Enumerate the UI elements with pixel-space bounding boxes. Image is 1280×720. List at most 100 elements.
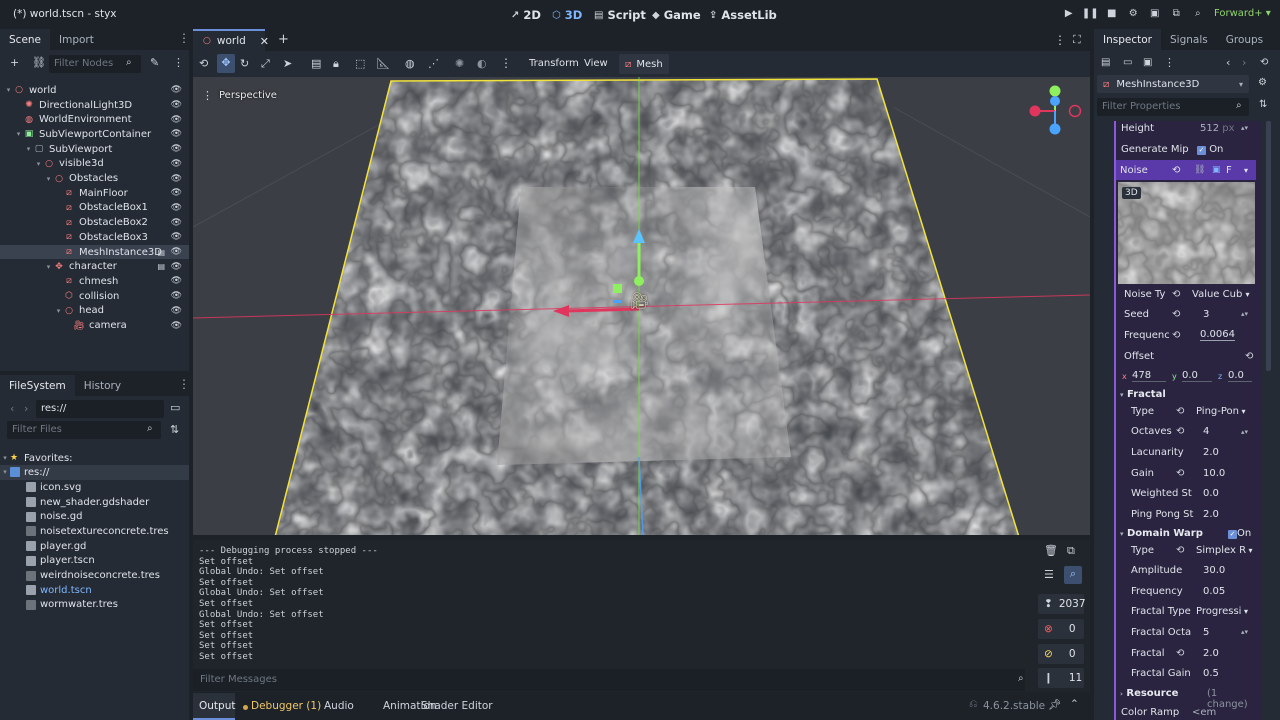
scene-tree-item[interactable]: ⧄ MainFloor 👁︎: [0, 186, 189, 201]
pin-icon[interactable]: 📌︎: [1048, 698, 1061, 711]
property-value[interactable]: 5: [1203, 627, 1209, 638]
noise-property-header[interactable]: Noise ⟲ ⛓ ▣ F ▾: [1116, 160, 1256, 180]
file-item[interactable]: weirdnoiseconcrete.tres: [0, 568, 189, 583]
property-value[interactable]: Progressi ▾: [1196, 606, 1248, 617]
revert-icon[interactable]: ⟲: [1172, 165, 1180, 176]
visibility-icon[interactable]: 👁︎: [171, 100, 182, 110]
workspace-assetlib-button[interactable]: ⇪ AssetLib: [709, 6, 777, 24]
rotate-mode-icon[interactable]: ↻: [240, 57, 249, 70]
scene-tree-item[interactable]: ▾ ○ head 👁︎: [0, 304, 189, 319]
object-history-icon[interactable]: ⟲: [1260, 57, 1268, 68]
errors-count-toggle[interactable]: ⊗ 0: [1038, 619, 1084, 639]
tab-output[interactable]: Output: [199, 700, 235, 712]
spin-icon[interactable]: ▴▾: [1241, 124, 1248, 132]
snap-icon[interactable]: ⋰: [428, 57, 439, 70]
visibility-icon[interactable]: 👁︎: [171, 174, 182, 184]
search-toggle-icon[interactable]: ⌕: [1064, 566, 1082, 584]
gizmo-z-plane[interactable]: [613, 300, 621, 303]
pause-icon[interactable]: ❚❚: [1080, 8, 1102, 19]
sort-icon[interactable]: ⇅: [170, 423, 179, 436]
tab-debugger[interactable]: Debugger (1): [251, 700, 321, 712]
filter-files-input[interactable]: Filter Files: [7, 421, 161, 439]
color-ramp-value[interactable]: <em: [1192, 707, 1216, 718]
sun-preview-icon[interactable]: ✺: [455, 57, 464, 70]
seed-field[interactable]: 3: [1203, 309, 1209, 320]
select-mode-icon[interactable]: ⟲: [199, 57, 208, 70]
visibility-icon[interactable]: 👁︎: [171, 232, 182, 242]
spin-icon[interactable]: ▴▾: [1241, 428, 1248, 436]
warnings-count-toggle[interactable]: ⊘ 0: [1038, 644, 1084, 664]
scene-tree-item[interactable]: ▾ ○ Obstacles 👁︎: [0, 171, 189, 186]
list-select-icon[interactable]: ▤: [311, 57, 321, 70]
tab-menu-icon[interactable]: ⋮: [1054, 33, 1066, 47]
script-icon[interactable]: ▤: [157, 248, 165, 257]
revert-icon[interactable]: ⟲: [1176, 426, 1184, 437]
revert-icon[interactable]: ⟲: [1172, 330, 1180, 341]
height-value[interactable]: 512 px: [1200, 123, 1235, 134]
tab-import[interactable]: Import: [50, 29, 103, 50]
attach-script-icon[interactable]: ✎: [150, 56, 159, 69]
load-resource-icon[interactable]: ▭: [1123, 57, 1132, 68]
inspector-options-icon[interactable]: ⇅: [1259, 99, 1267, 110]
camera-gizmo-icon[interactable]: 🎥︎: [629, 291, 649, 310]
remote-debug-icon[interactable]: ⚙: [1123, 8, 1145, 19]
file-item[interactable]: wormwater.tres: [0, 598, 189, 613]
scene-tree-item[interactable]: ▾ ▣ SubViewportContainer 👁︎: [0, 127, 189, 142]
filter-messages-input[interactable]: Filter Messages ⌕: [193, 669, 1025, 691]
scene-tree-item[interactable]: ⧄ chmesh 👁︎: [0, 274, 189, 289]
view-menu[interactable]: View: [584, 58, 608, 69]
play-scene-icon[interactable]: ⧉: [1166, 8, 1188, 19]
file-item[interactable]: new_shader.gdshader: [0, 495, 189, 510]
visibility-icon[interactable]: 👁︎: [171, 276, 182, 286]
transform-menu[interactable]: Transform: [529, 58, 579, 69]
scene-tree-item[interactable]: ⧄ ObstacleBox2 👁︎: [0, 215, 189, 230]
visibility-icon[interactable]: 👁︎: [171, 321, 182, 331]
property-value[interactable]: 2.0: [1203, 509, 1219, 520]
script-icon[interactable]: ▤: [157, 262, 165, 271]
noise-type-dropdown[interactable]: Value Cub ▾: [1192, 289, 1250, 300]
scene-tree-item[interactable]: ⬡ collision 👁︎: [0, 289, 189, 304]
expand-arrow-icon[interactable]: ▾: [44, 263, 53, 271]
file-item[interactable]: noisetextureconcrete.tres: [0, 524, 189, 539]
visibility-icon[interactable]: 👁︎: [171, 262, 182, 272]
preview-mode-button[interactable]: 3D: [1122, 187, 1141, 199]
scene-options-icon[interactable]: ⋮: [173, 56, 184, 69]
history-forward-icon[interactable]: ›: [1242, 56, 1246, 69]
perspective-menu[interactable]: ⋮ Perspective: [202, 89, 277, 102]
scale-mode-icon[interactable]: ⤢: [261, 57, 270, 71]
offset-y-field[interactable]: 0.0: [1182, 370, 1212, 382]
revert-icon[interactable]: ⟲: [1172, 309, 1180, 320]
visibility-icon[interactable]: 👁︎: [171, 203, 182, 213]
workspace-script-button[interactable]: ▤ Script: [594, 6, 646, 24]
add-node-icon[interactable]: +: [10, 56, 19, 69]
chevron-down-icon[interactable]: ▾: [1244, 166, 1248, 175]
environment-preview-icon[interactable]: ◐: [477, 57, 487, 70]
spin-icon[interactable]: ▴▾: [1241, 628, 1248, 636]
visibility-icon[interactable]: 👁︎: [171, 144, 182, 154]
filter-properties-input[interactable]: Filter Properties: [1097, 98, 1249, 116]
back-icon[interactable]: ‹: [10, 402, 14, 415]
domain-warp-checkbox[interactable]: ✓ On: [1228, 528, 1251, 539]
workspace-2d-button[interactable]: ↗ 2D: [511, 6, 541, 24]
visibility-icon[interactable]: 👁︎: [171, 218, 182, 228]
renderer-select[interactable]: Forward+ ▾: [1214, 8, 1271, 19]
scene-dock-menu-icon[interactable]: ⋮: [178, 31, 190, 45]
gizmo-center-handle[interactable]: [634, 276, 644, 286]
expand-arrow-icon[interactable]: ▾: [34, 160, 43, 168]
property-value[interactable]: 0.5: [1203, 668, 1219, 679]
expand-arrow-icon[interactable]: ▾: [14, 130, 23, 138]
filesystem-menu-icon[interactable]: ⋮: [178, 377, 190, 391]
node-selector[interactable]: ⧄ MeshInstance3D ▾: [1097, 75, 1249, 93]
inspector-scrollbar[interactable]: [1266, 121, 1271, 371]
expand-arrow-icon[interactable]: ▾: [4, 86, 13, 94]
offset-x-field[interactable]: 478: [1132, 370, 1166, 382]
visibility-icon[interactable]: 👁︎: [171, 291, 182, 301]
visibility-icon[interactable]: 👁︎: [171, 129, 182, 139]
file-item[interactable]: icon.svg: [0, 480, 189, 495]
resource-section-header[interactable]: › Resource (1 change): [1120, 688, 1255, 710]
frequency-slider[interactable]: 0.0064: [1200, 329, 1235, 341]
link-icon[interactable]: ⛓: [32, 56, 46, 69]
tab-scene[interactable]: Scene: [0, 29, 51, 50]
workspace-3d-button[interactable]: ⬡ 3D: [552, 6, 582, 24]
property-value[interactable]: 4: [1203, 426, 1209, 437]
